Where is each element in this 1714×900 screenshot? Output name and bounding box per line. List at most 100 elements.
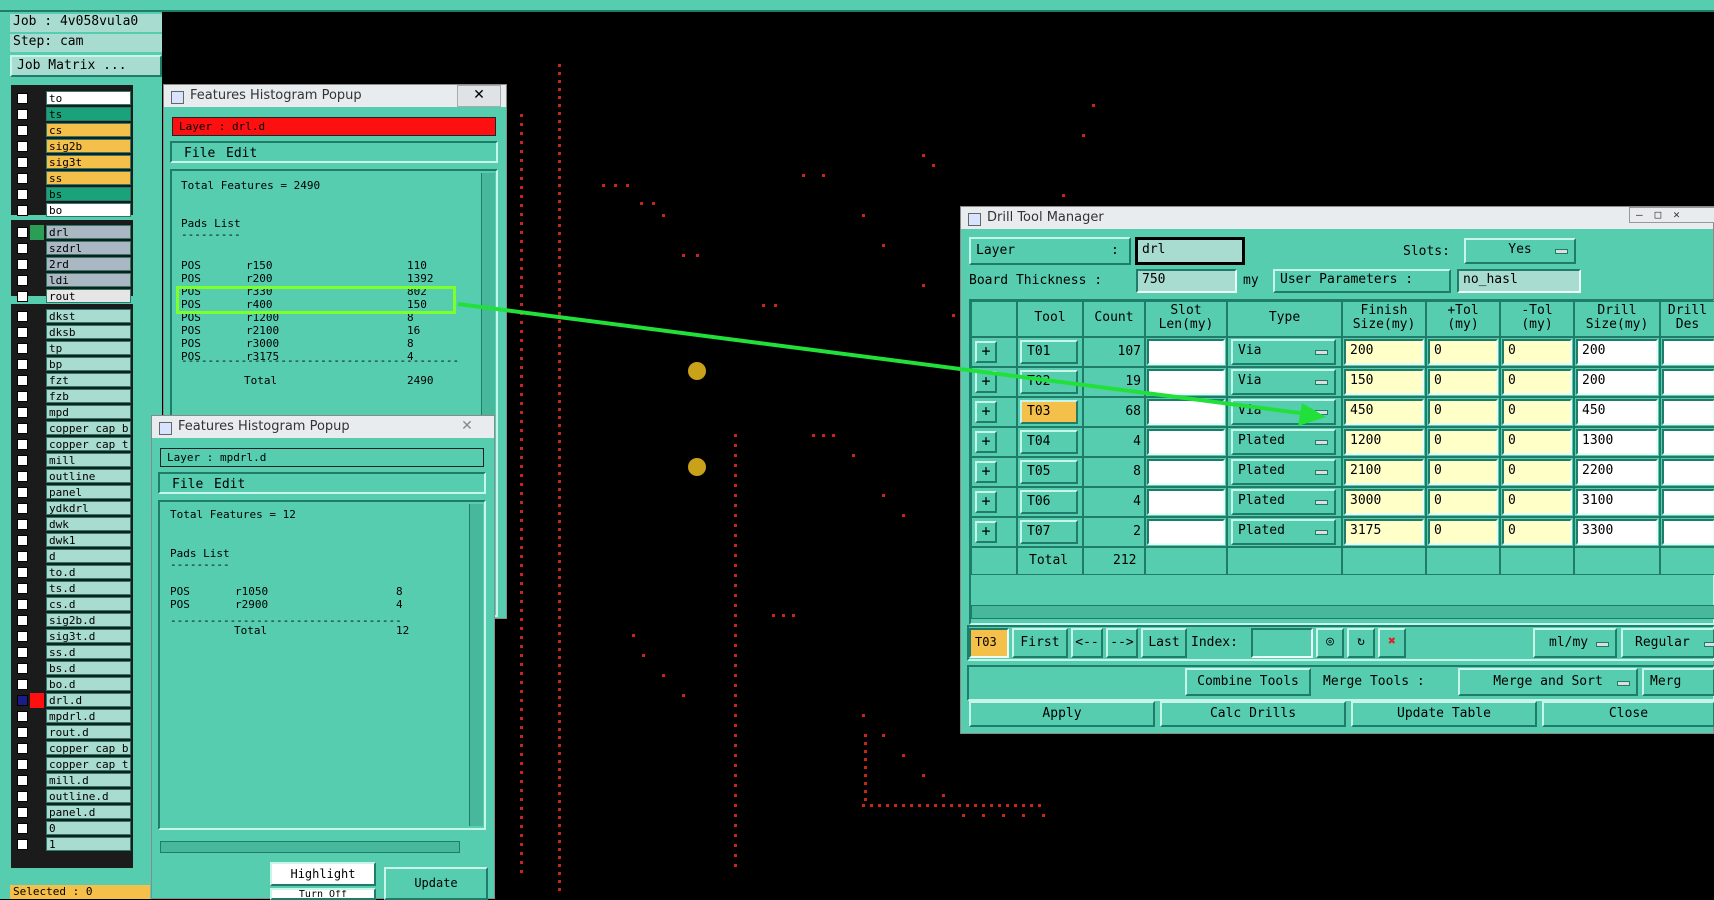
slot-length-field[interactable] bbox=[1147, 399, 1225, 425]
layer-row[interactable]: bo.d bbox=[13, 677, 131, 692]
plus-tol-field[interactable]: 0 bbox=[1428, 459, 1498, 485]
layer-row[interactable]: 1 bbox=[13, 837, 131, 852]
finish-size-field[interactable]: 450 bbox=[1344, 399, 1424, 425]
layer-checkbox[interactable] bbox=[17, 775, 28, 786]
tool-type-menu[interactable]: Via bbox=[1231, 339, 1336, 365]
layer-row[interactable]: drl bbox=[13, 225, 131, 240]
slot-length-field[interactable] bbox=[1147, 519, 1225, 545]
tool-type-menu[interactable]: Plated bbox=[1231, 429, 1336, 455]
units-option-menu[interactable]: ml/my bbox=[1533, 628, 1617, 658]
merge-button-cut[interactable]: Merg bbox=[1642, 668, 1714, 696]
layer-row[interactable]: tp bbox=[13, 341, 131, 356]
layer-row[interactable]: fzb bbox=[13, 389, 131, 404]
layer-checkbox[interactable] bbox=[17, 647, 28, 658]
board-thickness-field[interactable]: 750 bbox=[1136, 269, 1237, 293]
layer-checkbox[interactable] bbox=[17, 327, 28, 338]
job-matrix-button[interactable]: Job Matrix ... bbox=[10, 55, 162, 77]
tool-name-button[interactable]: T04 bbox=[1020, 430, 1078, 454]
tool-type-menu[interactable]: Plated bbox=[1231, 519, 1336, 545]
layer-checkbox[interactable] bbox=[17, 141, 28, 152]
tool-type-menu[interactable]: Via bbox=[1231, 399, 1336, 425]
minus-tol-field[interactable]: 0 bbox=[1502, 519, 1572, 545]
layer-label-button[interactable]: Layer: bbox=[969, 237, 1131, 265]
layer-checkbox[interactable] bbox=[17, 439, 28, 450]
tool-type-menu[interactable]: Plated bbox=[1231, 459, 1336, 485]
expand-row-icon[interactable]: + bbox=[975, 401, 997, 423]
finish-size-field[interactable]: 2100 bbox=[1344, 459, 1424, 485]
layer-checkbox[interactable] bbox=[17, 423, 28, 434]
slot-length-field[interactable] bbox=[1147, 489, 1225, 515]
expand-row-icon[interactable]: + bbox=[975, 521, 997, 543]
layer-row[interactable]: copper_cap_t bbox=[13, 437, 131, 452]
tool-name-button[interactable]: T07 bbox=[1020, 520, 1078, 544]
layer-checkbox[interactable] bbox=[17, 205, 28, 216]
layer-row[interactable]: sig3t bbox=[13, 155, 131, 170]
turn-off-button[interactable]: Turn Off bbox=[270, 888, 376, 900]
combine-tools-button[interactable]: Combine Tools bbox=[1185, 668, 1311, 696]
layer-row[interactable]: mill.d bbox=[13, 773, 131, 788]
layer-checkbox[interactable] bbox=[17, 375, 28, 386]
layer-row[interactable]: copper_cap_b bbox=[13, 741, 131, 756]
user-parameters-field[interactable]: no_hasl bbox=[1457, 269, 1581, 293]
layer-checkbox[interactable] bbox=[17, 311, 28, 322]
layer-row[interactable]: bs bbox=[13, 187, 131, 202]
layer-checkbox[interactable] bbox=[17, 711, 28, 722]
drill-des-field[interactable] bbox=[1662, 369, 1714, 395]
layer-checkbox[interactable] bbox=[17, 615, 28, 626]
layer-checkbox[interactable] bbox=[17, 759, 28, 770]
layer-checkbox[interactable] bbox=[17, 125, 28, 136]
layer-row[interactable]: outline bbox=[13, 469, 131, 484]
drill-des-field[interactable] bbox=[1662, 519, 1714, 545]
layer-checkbox[interactable] bbox=[17, 599, 28, 610]
close-button[interactable]: Close bbox=[1542, 701, 1714, 727]
layer-checkbox[interactable] bbox=[17, 695, 28, 706]
expand-row-icon[interactable]: + bbox=[975, 461, 997, 483]
finish-size-field[interactable]: 3000 bbox=[1344, 489, 1424, 515]
layer-checkbox[interactable] bbox=[17, 173, 28, 184]
slot-length-field[interactable] bbox=[1147, 459, 1225, 485]
layer-checkbox[interactable] bbox=[17, 455, 28, 466]
drill-size-field[interactable]: 3100 bbox=[1576, 489, 1658, 515]
layer-row[interactable]: d bbox=[13, 549, 131, 564]
next-button[interactable]: --> bbox=[1106, 628, 1138, 658]
layer-row[interactable]: ss.d bbox=[13, 645, 131, 660]
refresh-icon[interactable]: ↻ bbox=[1347, 628, 1375, 658]
expand-row-icon[interactable]: + bbox=[975, 341, 997, 363]
update-button[interactable]: Update bbox=[384, 867, 488, 900]
minus-tol-field[interactable]: 0 bbox=[1502, 429, 1572, 455]
plus-tol-field[interactable]: 0 bbox=[1428, 429, 1498, 455]
table-horizontal-scrollbar[interactable] bbox=[971, 605, 1714, 619]
layer-row[interactable]: to.d bbox=[13, 565, 131, 580]
cancel-icon[interactable]: ✖ bbox=[1378, 628, 1406, 658]
layer-checkbox[interactable] bbox=[17, 583, 28, 594]
slot-length-field[interactable] bbox=[1147, 429, 1225, 455]
layer-row[interactable]: rout bbox=[13, 289, 131, 304]
plus-tol-field[interactable]: 0 bbox=[1428, 489, 1498, 515]
tool-name-button[interactable]: T03 bbox=[1020, 400, 1078, 424]
layer-row[interactable]: panel.d bbox=[13, 805, 131, 820]
plus-tol-field[interactable]: 0 bbox=[1428, 399, 1498, 425]
last-button[interactable]: Last bbox=[1141, 628, 1187, 658]
finish-size-field[interactable]: 200 bbox=[1344, 339, 1424, 365]
layer-row[interactable]: copper_cap_b bbox=[13, 421, 131, 436]
expand-row-icon[interactable]: + bbox=[975, 371, 997, 393]
layer-checkbox[interactable] bbox=[17, 407, 28, 418]
layer-checkbox[interactable] bbox=[17, 391, 28, 402]
layer-row[interactable]: ydkdrl bbox=[13, 501, 131, 516]
window-controls[interactable]: –□✕ bbox=[1629, 207, 1714, 223]
layer-row[interactable]: fzt bbox=[13, 373, 131, 388]
minus-tol-field[interactable]: 0 bbox=[1502, 399, 1572, 425]
slot-length-field[interactable] bbox=[1147, 339, 1225, 365]
drill-size-field[interactable]: 200 bbox=[1576, 369, 1658, 395]
layer-checkbox[interactable] bbox=[17, 839, 28, 850]
layer-checkbox[interactable] bbox=[17, 503, 28, 514]
slot-length-field[interactable] bbox=[1147, 369, 1225, 395]
drill-size-field[interactable]: 2200 bbox=[1576, 459, 1658, 485]
expand-row-icon[interactable]: + bbox=[975, 491, 997, 513]
layer-row[interactable]: cs bbox=[13, 123, 131, 138]
prev-button[interactable]: <-- bbox=[1071, 628, 1103, 658]
layer-checkbox[interactable] bbox=[17, 535, 28, 546]
slots-option-menu[interactable]: Yes bbox=[1464, 238, 1576, 264]
layer-row[interactable]: mpd bbox=[13, 405, 131, 420]
horizontal-scrollbar[interactable] bbox=[160, 841, 460, 853]
